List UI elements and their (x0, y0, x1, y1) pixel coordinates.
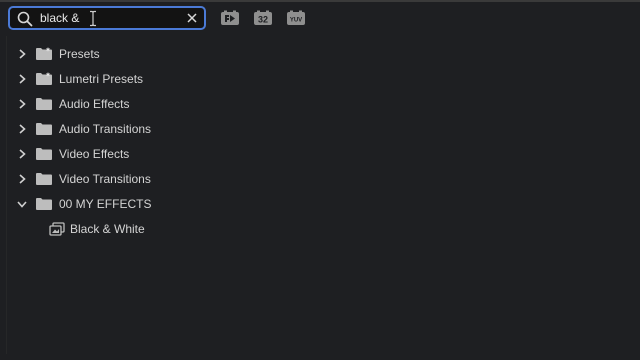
folder-icon (36, 148, 52, 160)
32-bit-filter-label: 32 (258, 15, 268, 25)
search-input[interactable] (40, 8, 180, 28)
search-box[interactable] (8, 6, 206, 30)
effect-preset-icon (49, 222, 65, 236)
yuv-filter-icon[interactable]: YUV (286, 10, 306, 26)
accelerated-effects-filter-icon[interactable] (220, 10, 240, 26)
tree-item-label: Video Transitions (59, 172, 151, 186)
text-cursor-icon (90, 10, 96, 27)
folder-icon (36, 198, 52, 210)
chevron-right-icon[interactable] (16, 123, 28, 135)
tree-item-video-effects[interactable]: Video Effects (0, 142, 640, 166)
search-icon (17, 11, 33, 27)
folder-icon (36, 123, 52, 135)
tree-item-black-and-white[interactable]: Black & White (0, 217, 640, 241)
tree-item-label: Lumetri Presets (59, 72, 144, 86)
chevron-right-icon[interactable] (16, 173, 28, 185)
tree-item-my-effects[interactable]: 00 MY EFFECTS (0, 192, 640, 216)
32-bit-filter-icon[interactable]: 32 (253, 10, 273, 26)
tree-item-video-transitions[interactable]: Video Transitions (0, 167, 640, 191)
yuv-filter-label: YUV (290, 18, 302, 24)
chevron-right-icon[interactable] (16, 98, 28, 110)
effects-panel: 32 YUV Presets Lumetri Presets (0, 2, 640, 360)
folder-icon (36, 173, 52, 185)
tree-item-label: Presets (59, 47, 100, 61)
tree-item-audio-effects[interactable]: Audio Effects (0, 92, 640, 116)
tree-item-label: Audio Transitions (59, 122, 152, 136)
tree-item-label: 00 MY EFFECTS (59, 197, 152, 211)
tree-item-label: Black & White (70, 222, 145, 236)
chevron-right-icon[interactable] (16, 48, 28, 60)
tree-item-lumetri-presets[interactable]: Lumetri Presets (0, 67, 640, 91)
preset-folder-icon (36, 72, 52, 85)
tree-item-label: Video Effects (59, 147, 130, 161)
tree-item-label: Audio Effects (59, 97, 130, 111)
chevron-right-icon[interactable] (16, 148, 28, 160)
clear-search-button[interactable] (185, 11, 199, 25)
tree-item-presets[interactable]: Presets (0, 42, 640, 66)
chevron-down-icon[interactable] (16, 198, 28, 210)
folder-icon (36, 98, 52, 110)
tree-item-audio-transitions[interactable]: Audio Transitions (0, 117, 640, 141)
preset-folder-icon (36, 47, 52, 60)
chevron-right-icon[interactable] (16, 73, 28, 85)
